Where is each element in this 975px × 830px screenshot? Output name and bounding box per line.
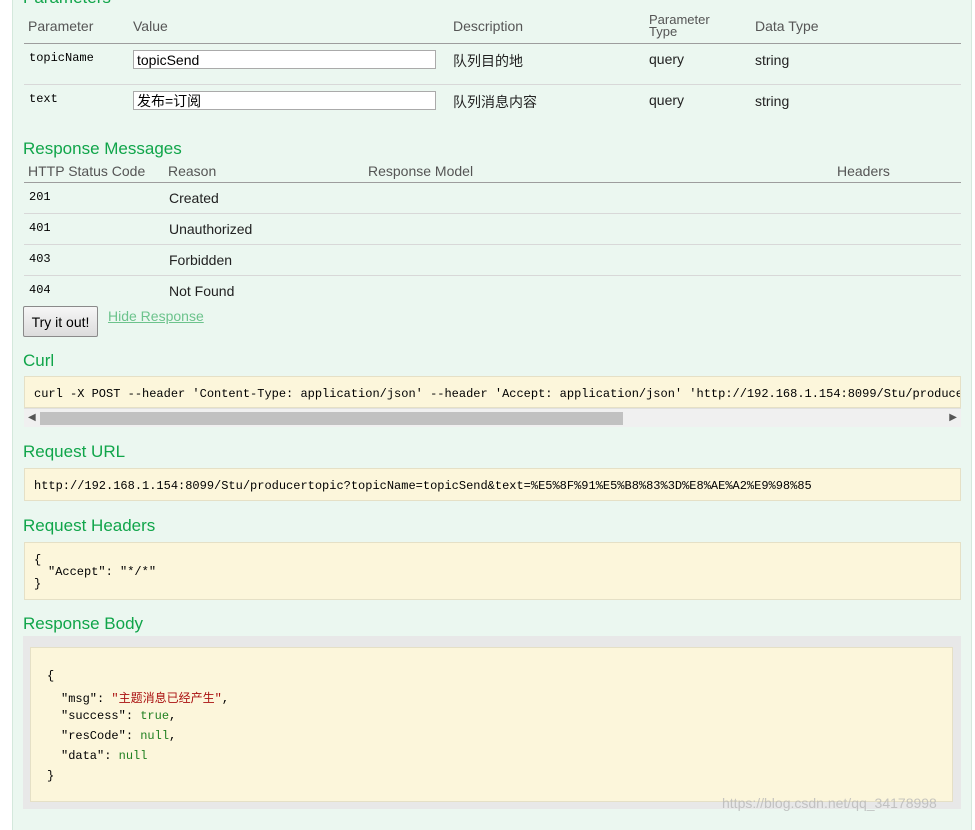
- col-data-type: Data Type: [755, 18, 819, 34]
- body-field-msg: "msg": "主题消息已经产生",: [61, 692, 230, 706]
- json-value: true: [140, 709, 170, 723]
- col-description: Description: [453, 18, 524, 34]
- param-data-type: string: [755, 52, 790, 68]
- response-body-box: { "msg": "主题消息已经产生", "success": true, "r…: [30, 647, 953, 802]
- param-data-type: string: [755, 93, 790, 109]
- text-input[interactable]: [133, 91, 436, 110]
- topic-name-input[interactable]: [133, 50, 436, 69]
- json-value: null: [140, 729, 170, 743]
- col-parameter: Parameter: [28, 18, 94, 34]
- json-key: "msg": [61, 692, 98, 706]
- json-key: "data": [61, 749, 105, 763]
- body-field-data: "data": null: [61, 749, 148, 763]
- status-code: 201: [29, 190, 51, 204]
- response-body-title: Response Body: [23, 614, 144, 633]
- body-field-rescode: "resCode": null,: [61, 729, 177, 743]
- col-reason: Reason: [168, 163, 217, 179]
- param-name: topicName: [29, 51, 94, 65]
- body-field-success: "success": true,: [61, 709, 177, 723]
- param-type: query: [649, 92, 685, 108]
- status-reason: Not Found: [169, 283, 235, 299]
- headers-open-brace: {: [34, 553, 42, 567]
- headers-accept-line: "Accept": "*/*": [48, 565, 157, 579]
- param-type: query: [649, 51, 685, 67]
- json-value: null: [118, 749, 148, 763]
- json-comma: ,: [221, 692, 230, 706]
- watermark: https://blog.csdn.net/qq_34178998: [722, 795, 937, 811]
- row-divider: [24, 213, 961, 214]
- status-code: 404: [29, 283, 51, 297]
- json-value: "主题消息已经产生": [111, 692, 222, 706]
- col-value: Value: [133, 18, 168, 34]
- status-reason: Created: [169, 190, 219, 206]
- col-status-code: HTTP Status Code: [28, 163, 146, 179]
- json-comma: ,: [169, 729, 177, 743]
- try-it-out-button[interactable]: Try it out!: [23, 306, 98, 337]
- curl-scrollbar[interactable]: ◀ ▶: [24, 408, 961, 427]
- request-headers-box: { "Accept": "*/*" }: [24, 542, 961, 600]
- param-description: 队列消息内容: [453, 94, 537, 110]
- col-headers: Headers: [837, 163, 890, 179]
- param-description: 队列目的地: [453, 53, 523, 69]
- col-parameter-type-line2: Type: [649, 24, 678, 39]
- response-messages-title: Response Messages: [23, 139, 182, 158]
- scroll-thumb[interactable]: [40, 412, 623, 425]
- curl-command: curl -X POST --header 'Content-Type: app…: [34, 387, 961, 401]
- request-url-text: http://192.168.1.154:8099/Stu/producerto…: [34, 479, 812, 493]
- response-body-wrapper: { "msg": "主题消息已经产生", "success": true, "r…: [23, 636, 961, 809]
- parameters-title: Parameters: [23, 0, 111, 8]
- status-reason: Forbidden: [169, 252, 233, 268]
- curl-title: Curl: [23, 351, 55, 370]
- request-headers-title: Request Headers: [23, 516, 156, 535]
- status-reason: Unauthorized: [169, 221, 253, 237]
- body-close-brace: }: [47, 769, 55, 783]
- row-divider: [24, 275, 961, 276]
- status-code: 403: [29, 252, 51, 266]
- status-code: 401: [29, 221, 51, 235]
- scroll-left-icon[interactable]: ◀: [28, 411, 36, 425]
- parameters-header-rule: [24, 43, 961, 44]
- row-divider: [24, 84, 961, 85]
- hide-response-link[interactable]: Hide Response: [108, 308, 204, 324]
- curl-box: curl -X POST --header 'Content-Type: app…: [24, 376, 961, 408]
- col-response-model: Response Model: [368, 163, 474, 179]
- request-url-box: http://192.168.1.154:8099/Stu/producerto…: [24, 468, 961, 501]
- param-name: text: [29, 92, 58, 106]
- scroll-right-icon[interactable]: ▶: [949, 411, 957, 425]
- json-comma: ,: [169, 709, 177, 723]
- body-open-brace: {: [47, 669, 55, 683]
- json-key: "success": [61, 709, 126, 723]
- row-divider: [24, 244, 961, 245]
- col-parameter-type: Parameter Type: [649, 13, 710, 39]
- response-header-rule: [24, 182, 961, 183]
- request-url-title: Request URL: [23, 442, 126, 461]
- headers-close-brace: }: [34, 577, 42, 591]
- json-key: "resCode": [61, 729, 126, 743]
